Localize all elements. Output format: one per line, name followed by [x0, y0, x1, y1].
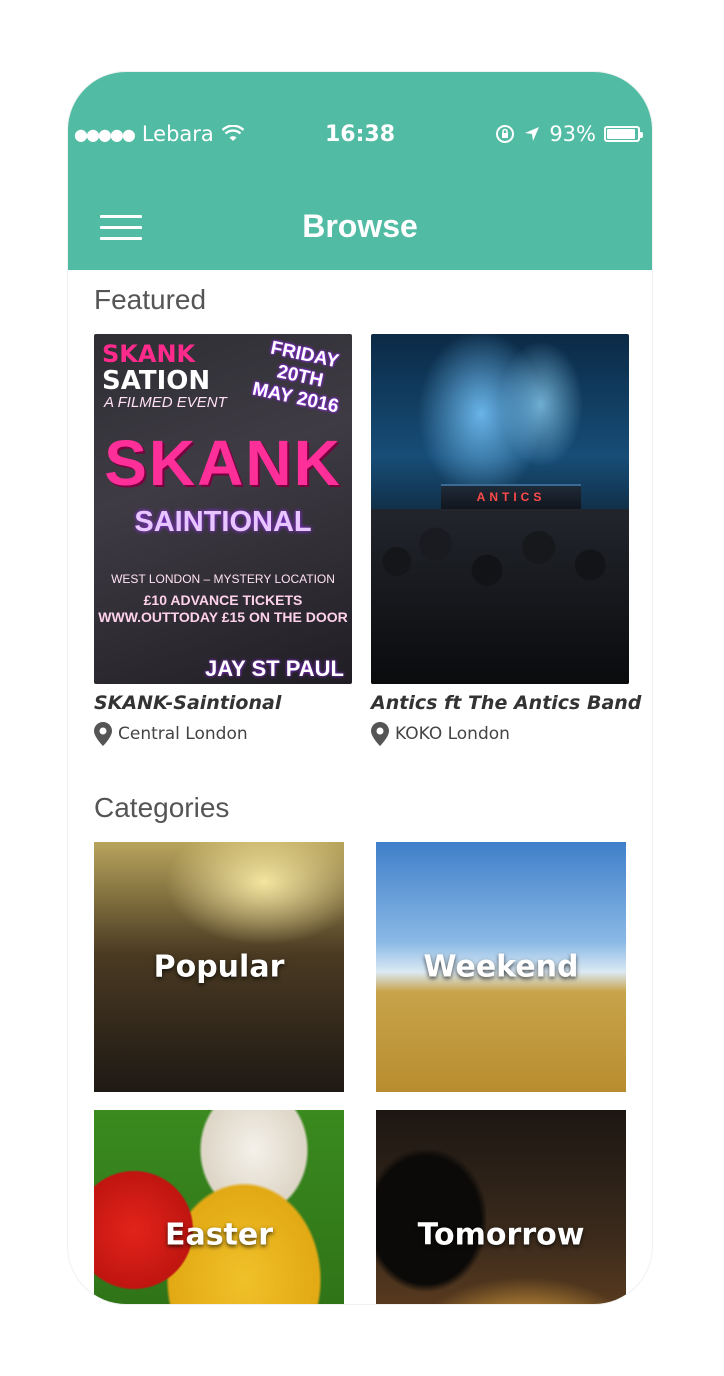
page-title: Browse [302, 208, 418, 244]
category-tile-tomorrow[interactable]: Tomorrow [376, 1110, 626, 1304]
event-location: Central London [94, 722, 352, 746]
category-label: Weekend [423, 949, 579, 985]
event-title[interactable]: SKANK-Saintional [94, 692, 352, 714]
location-pin-icon [371, 722, 389, 746]
battery-icon [604, 126, 643, 142]
category-tile-popular[interactable]: Popular [94, 842, 344, 1092]
featured-section-title: Featured [94, 284, 207, 315]
poster-text: WEST LONDON – MYSTERY LOCATION [111, 572, 335, 586]
status-bar: ●●●●● Lebara 16:38 93% [68, 120, 652, 150]
poster-text: £10 ADVANCE TICKETS WWW.OUTTODAY £15 ON … [98, 592, 348, 625]
event-poster-image[interactable]: ANTICS [371, 334, 629, 684]
event-location: KOKO London [371, 722, 629, 746]
category-label: Easter [164, 1217, 274, 1253]
event-location-label: KOKO London [395, 724, 510, 744]
poster-headline: SKANK [104, 427, 342, 499]
location-arrow-icon [525, 127, 540, 141]
category-label: Popular [153, 949, 285, 985]
battery-percent: 93% [549, 122, 596, 146]
categories-section-title: Categories [94, 792, 230, 823]
event-title[interactable]: Antics ft The Antics Band [371, 692, 641, 714]
stage-text: ANTICS [476, 490, 546, 504]
poster-text: A FILMED EVENT [104, 394, 227, 411]
poster-text: SKANK [102, 340, 196, 368]
poster-subheadline: SAINTIONAL [134, 506, 312, 538]
category-tile-easter[interactable]: Easter [94, 1110, 344, 1304]
rotation-lock-icon [496, 125, 515, 143]
crowd-graphic [371, 509, 629, 684]
category-tile-weekend[interactable]: Weekend [376, 842, 626, 1092]
category-label: Tomorrow [417, 1217, 585, 1253]
featured-card-antics[interactable]: ANTICS Antics ft The Antics Band KOKO Lo… [371, 334, 641, 746]
phone-screen: ●●●●● Lebara 16:38 93% Browse Featured S… [68, 72, 652, 1304]
location-pin-icon [94, 722, 112, 746]
stage-graphic: ANTICS [441, 484, 581, 512]
event-location-label: Central London [118, 724, 248, 744]
poster-text: SATION [102, 366, 211, 396]
poster-date: FRIDAY 20TH MAY 2016 [250, 337, 341, 418]
app-header: ●●●●● Lebara 16:38 93% Browse [68, 72, 652, 270]
status-right: 93% [495, 122, 643, 146]
poster-text: JAY ST PAUL [205, 656, 344, 681]
event-poster-image[interactable]: SKANK SATION FRIDAY 20TH MAY 2016 A FILM… [94, 334, 352, 684]
featured-card-skank[interactable]: SKANK SATION FRIDAY 20TH MAY 2016 A FILM… [94, 334, 352, 746]
